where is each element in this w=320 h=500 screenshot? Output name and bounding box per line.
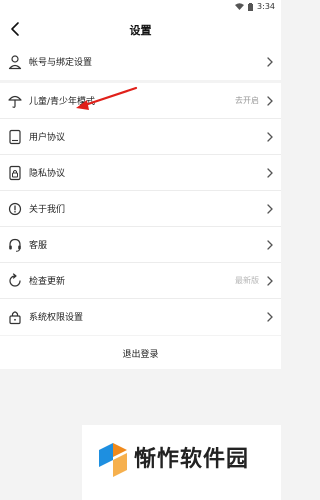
settings-item-label: 帐号与绑定设置	[29, 58, 93, 68]
settings-item-account-binding[interactable]: 帐号与绑定设置	[0, 44, 281, 80]
chevron-right-icon	[267, 240, 273, 250]
settings-group: 儿童/青少年模式 去开启 用户协议 隐私协议 关于我们 客服 检查更新 最新版 …	[0, 83, 281, 335]
settings-item-label: 关于我们	[29, 205, 66, 215]
wifi-icon	[235, 3, 245, 10]
umbrella-icon	[8, 95, 22, 108]
settings-item-privacy-agreement[interactable]: 隐私协议	[0, 155, 281, 191]
settings-item-label: 系统权限设置	[29, 313, 84, 323]
book-icon	[9, 129, 21, 145]
refresh-icon	[9, 273, 21, 287]
person-icon	[8, 55, 22, 70]
page-title: 设置	[129, 24, 152, 37]
settings-item-about-us[interactable]: 关于我们	[0, 191, 281, 227]
watermark-logo-icon	[99, 443, 127, 477]
settings-item-customer-service[interactable]: 客服	[0, 227, 281, 263]
settings-item-label: 用户协议	[29, 133, 66, 143]
settings-item-label: 隐私协议	[29, 169, 66, 179]
chevron-right-icon	[267, 168, 273, 178]
chevron-right-icon	[267, 96, 273, 106]
youth-mode-status: 去开启	[235, 96, 259, 105]
version-status: 最新版	[235, 276, 259, 285]
settings-item-youth-mode[interactable]: 儿童/青少年模式 去开启	[0, 83, 281, 119]
settings-item-check-update[interactable]: 检查更新 最新版	[0, 263, 281, 299]
logout-button[interactable]: 退出登录	[0, 336, 281, 369]
battery-icon	[248, 2, 254, 11]
status-bar: 3:34	[0, 0, 281, 14]
status-time: 3:34	[257, 2, 275, 11]
settings-item-user-agreement[interactable]: 用户协议	[0, 119, 281, 155]
lock-icon	[9, 311, 21, 325]
watermark: 惭怍软件园	[82, 425, 281, 500]
privacy-document-icon	[9, 165, 21, 181]
settings-item-label: 检查更新	[29, 277, 66, 287]
account-group: 帐号与绑定设置	[0, 44, 281, 80]
headset-icon	[9, 238, 21, 252]
settings-item-system-permissions[interactable]: 系统权限设置	[0, 299, 281, 335]
chevron-right-icon	[267, 276, 273, 286]
settings-item-label: 客服	[29, 241, 48, 251]
chevron-right-icon	[267, 132, 273, 142]
settings-item-label: 儿童/青少年模式	[29, 97, 96, 107]
chevron-right-icon	[267, 204, 273, 214]
chevron-right-icon	[267, 312, 273, 322]
status-icons: 3:34	[235, 2, 275, 11]
chevron-right-icon	[267, 57, 273, 67]
navigation-bar: 设置	[0, 14, 281, 44]
logout-label: 退出登录	[122, 350, 159, 360]
watermark-text: 惭怍软件园	[134, 447, 250, 472]
info-icon	[8, 202, 22, 216]
